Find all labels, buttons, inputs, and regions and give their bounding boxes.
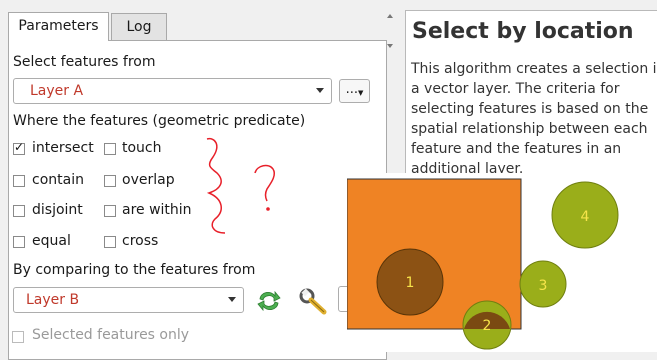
scroll-down-icon[interactable]: [387, 44, 393, 48]
option-label-cross: cross: [122, 233, 159, 249]
option-label-touch: touch: [122, 140, 162, 156]
tab-log[interactable]: Log: [111, 13, 167, 40]
input-layer-value: Layer A: [30, 83, 84, 99]
compare-label: By comparing to the features from: [13, 262, 256, 278]
option-label-overlap: overlap: [122, 172, 175, 188]
scroll-up-icon[interactable]: [387, 14, 393, 18]
circle-label: 4: [581, 209, 590, 225]
chevron-down-icon: [228, 297, 236, 302]
browse-label: ...: [345, 82, 358, 97]
help-line: spatial relationship between each: [411, 121, 648, 137]
circle-label: 1: [406, 275, 415, 291]
checkbox-intersect[interactable]: ✓: [13, 140, 25, 155]
circle-label: 3: [539, 278, 548, 294]
small-down-arrow-icon: ▼: [358, 89, 364, 97]
checkbox-contain[interactable]: [13, 175, 25, 187]
help-description: This algorithm creates a selection i a v…: [411, 59, 657, 179]
select-features-label: Select features from: [13, 54, 156, 70]
option-label-contain: contain: [32, 172, 84, 188]
option-label-equal: equal: [32, 233, 71, 249]
checkmark-icon: ✓: [14, 140, 25, 154]
intersect-layer-value: Layer B: [26, 292, 80, 308]
option-label-disjoint: disjoint: [32, 202, 83, 218]
help-panel: Select by location This algorithm create…: [405, 10, 657, 180]
tab-parameters[interactable]: Parameters: [8, 12, 109, 41]
selected-only-label: Selected features only: [32, 327, 190, 343]
checkbox-disjoint[interactable]: [13, 205, 25, 217]
input-layer-combo[interactable]: Layer A: [13, 78, 332, 104]
predicate-label: Where the features (geometric predicate): [13, 113, 306, 129]
checkbox-cross[interactable]: [104, 236, 116, 248]
browse-button[interactable]: ...▼: [339, 79, 370, 103]
help-line: feature and the features in an: [411, 141, 622, 157]
checkbox-touch[interactable]: [104, 143, 116, 155]
checkbox-are-within[interactable]: [104, 205, 116, 217]
checkbox-equal[interactable]: [13, 236, 25, 248]
checkbox-overlap[interactable]: [104, 175, 116, 187]
help-line: a vector layer. The criteria for: [411, 81, 620, 97]
iterate-icon[interactable]: [255, 289, 283, 313]
option-label-are-within: are within: [122, 202, 192, 218]
circle-label: 2: [483, 318, 492, 334]
spatial-relation-diagram: 1 2 3 4: [347, 173, 657, 352]
help-line: selecting features is based on the: [411, 101, 649, 117]
help-title: Select by location: [412, 19, 634, 44]
wrench-icon[interactable]: [298, 288, 328, 316]
intersect-layer-combo[interactable]: Layer B: [13, 287, 244, 313]
checkbox-selected-only[interactable]: [12, 331, 24, 343]
chevron-down-icon: [316, 88, 324, 93]
handwritten-annotation-icon: [206, 137, 276, 234]
option-label-intersect: intersect: [32, 140, 94, 156]
help-line: This algorithm creates a selection i: [411, 61, 657, 77]
